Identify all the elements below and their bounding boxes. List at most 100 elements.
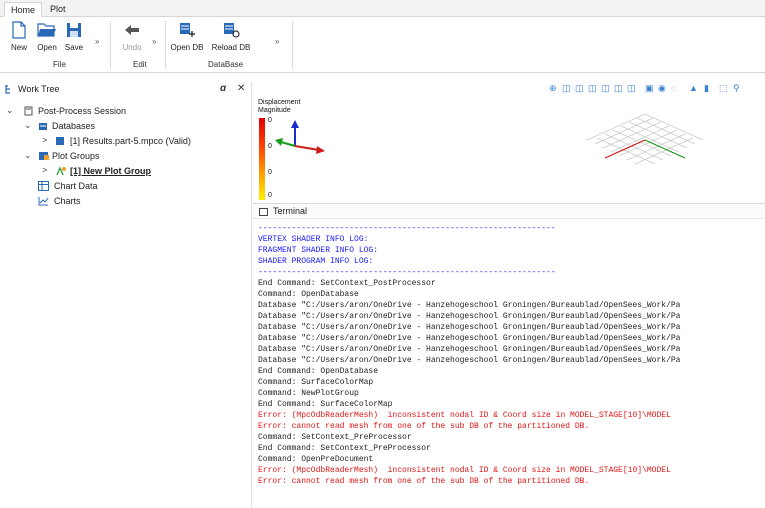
undo-label: Undo: [122, 43, 142, 52]
terminal-line: Error: cannot read mesh from one of the …: [258, 477, 590, 486]
display-mode-icon[interactable]: ▣: [645, 83, 654, 94]
database-overflow-chevron[interactable]: »: [275, 37, 279, 46]
terminal-line: Error: (MpcOdbReaderMesh) inconsistent n…: [258, 411, 671, 420]
legend-value: 0: [268, 192, 272, 199]
terminal-line: End Command: OpenDatabase: [258, 367, 379, 376]
zoom-icon[interactable]: ⚲: [733, 83, 740, 94]
file-group-label: File: [53, 60, 66, 69]
view-top-icon[interactable]: ◫: [614, 83, 623, 94]
colorbar-icon[interactable]: ▮: [704, 83, 709, 94]
save-button[interactable]: Save: [63, 21, 85, 52]
plot-groups-icon: [39, 152, 49, 160]
view-back-icon[interactable]: ◫: [575, 83, 584, 94]
mesh-warning-icon[interactable]: ▲: [689, 83, 698, 93]
edit-overflow-chevron[interactable]: »: [152, 37, 156, 46]
reload-db-label: Reload DB: [211, 43, 251, 52]
ribbon: New Open Save » File Undo » Edit Open DB…: [0, 17, 765, 73]
group-separator: [165, 21, 166, 69]
expand-chevron-icon[interactable]: >: [42, 135, 47, 145]
tab-plot[interactable]: Plot: [44, 2, 72, 17]
close-icon[interactable]: ✕: [237, 83, 245, 94]
terminal-line: Command: OpenPreDocument: [258, 455, 374, 464]
open-folder-icon: [37, 23, 56, 37]
terminal-line: End Command: SetContext_PreProcessor: [258, 444, 431, 453]
work-tree-panel: Work Tree ɑ ✕ ⌄ Post-Process Session ⌄ D…: [0, 82, 252, 508]
terminal-line: Database "C:/Users/aron/OneDrive - Hanze…: [258, 323, 681, 332]
terminal-line: Database "C:/Users/aron/OneDrive - Hanze…: [258, 345, 681, 354]
tree-item-label: Post-Process Session: [38, 106, 127, 116]
tree-item-label: Databases: [52, 121, 96, 131]
reload-db-button[interactable]: Reload DB: [211, 21, 251, 52]
terminal-line: Database "C:/Users/aron/OneDrive - Hanze…: [258, 334, 681, 343]
charts-line-icon: [38, 197, 49, 206]
session-icon: [24, 106, 33, 116]
expand-chevron-icon[interactable]: ⌄: [6, 105, 14, 116]
terminal-line: Command: SetContext_PreProcessor: [258, 433, 412, 442]
view-bottom-icon[interactable]: ◫: [627, 83, 636, 94]
group-separator: [292, 21, 293, 69]
undo-button[interactable]: Undo: [118, 21, 146, 52]
view-iso-icon[interactable]: ⊕: [549, 83, 557, 94]
new-file-icon: [12, 21, 26, 39]
ground-grid: [586, 113, 704, 165]
expand-chevron-icon[interactable]: ⌄: [24, 150, 32, 161]
legend-title: Displacement Magnitude: [258, 99, 301, 114]
view-right-icon[interactable]: ◫: [601, 83, 610, 94]
legend-value: 0: [268, 143, 272, 150]
tree-item-label: Charts: [54, 196, 81, 206]
terminal-line: ----------------------------------------…: [258, 268, 556, 277]
terminal-line: Database "C:/Users/aron/OneDrive - Hanze…: [258, 356, 681, 365]
terminal-line: ----------------------------------------…: [258, 224, 556, 233]
edit-group-label: Edit: [133, 60, 147, 69]
fit-view-icon[interactable]: ⬚: [719, 83, 728, 94]
group-separator: [110, 21, 111, 69]
tree-item-label: [1] Results.part-5.mpco (Valid): [70, 136, 191, 146]
new-button[interactable]: New: [8, 21, 30, 52]
view-front-icon[interactable]: ◫: [562, 83, 571, 94]
terminal-line: Command: NewPlotGroup: [258, 389, 359, 398]
reload-database-icon: [224, 23, 240, 38]
pin-icon[interactable]: ɑ: [220, 83, 226, 94]
open-label: Open: [37, 43, 57, 52]
tab-home[interactable]: Home: [4, 2, 43, 17]
legend-value: 0: [268, 117, 272, 124]
expand-chevron-icon[interactable]: ⌄: [24, 120, 32, 131]
work-tree-title: Work Tree: [18, 84, 60, 94]
terminal-line: Error: cannot read mesh from one of the …: [258, 422, 590, 431]
view-left-icon[interactable]: ◫: [588, 83, 597, 94]
graphics-viewport[interactable]: ⊕ ◫ ◫ ◫ ◫ ◫ ◫ ▣ ◉ ◌ ▲ ▮ ⬚ ⚲ Displacement…: [253, 82, 765, 200]
hide-eye-icon[interactable]: ◌: [671, 83, 676, 93]
color-legend-bar: [259, 118, 265, 200]
chart-data-table-icon: [38, 181, 49, 191]
expand-chevron-icon[interactable]: >: [42, 165, 47, 175]
file-overflow-chevron[interactable]: »: [95, 37, 99, 46]
terminal-line: Error: (MpcOdbReaderMesh) inconsistent n…: [258, 466, 671, 475]
terminal-output[interactable]: ----------------------------------------…: [253, 222, 765, 508]
terminal-line: End Command: SurfaceColorMap: [258, 400, 393, 409]
open-db-button[interactable]: Open DB: [170, 21, 204, 52]
terminal-line: End Command: SetContext_PostProcessor: [258, 279, 436, 288]
terminal-line: VERTEX SHADER INFO LOG:: [258, 235, 369, 244]
save-label: Save: [64, 43, 84, 52]
tree-item-label: Chart Data: [54, 181, 98, 191]
terminal-line: SHADER PROGRAM INFO LOG:: [258, 257, 374, 266]
save-disk-icon: [67, 23, 81, 37]
ribbon-tab-bar: Home Plot: [0, 0, 765, 17]
databases-icon: [39, 123, 47, 130]
open-db-label: Open DB: [170, 43, 204, 52]
terminal-title: Terminal: [273, 206, 308, 216]
open-database-icon: [180, 23, 195, 37]
tree-panel-icon: [5, 85, 10, 94]
terminal-line: Database "C:/Users/aron/OneDrive - Hanze…: [258, 301, 681, 310]
work-tree-header: Work Tree ɑ ✕: [0, 82, 252, 97]
terminal-line: Database "C:/Users/aron/OneDrive - Hanze…: [258, 312, 681, 321]
terminal-line: Command: OpenDatabase: [258, 290, 359, 299]
terminal-line: Command: SurfaceColorMap: [258, 378, 374, 387]
axis-triad-icon: [275, 120, 325, 154]
tree-item-label: [1] New Plot Group: [70, 166, 151, 176]
plot-group-icon: [56, 166, 66, 176]
terminal-line: FRAGMENT SHADER INFO LOG:: [258, 246, 379, 255]
open-button[interactable]: Open: [34, 21, 60, 52]
show-eye-icon[interactable]: ◉: [658, 83, 666, 94]
undo-arrow-icon: [125, 25, 139, 35]
